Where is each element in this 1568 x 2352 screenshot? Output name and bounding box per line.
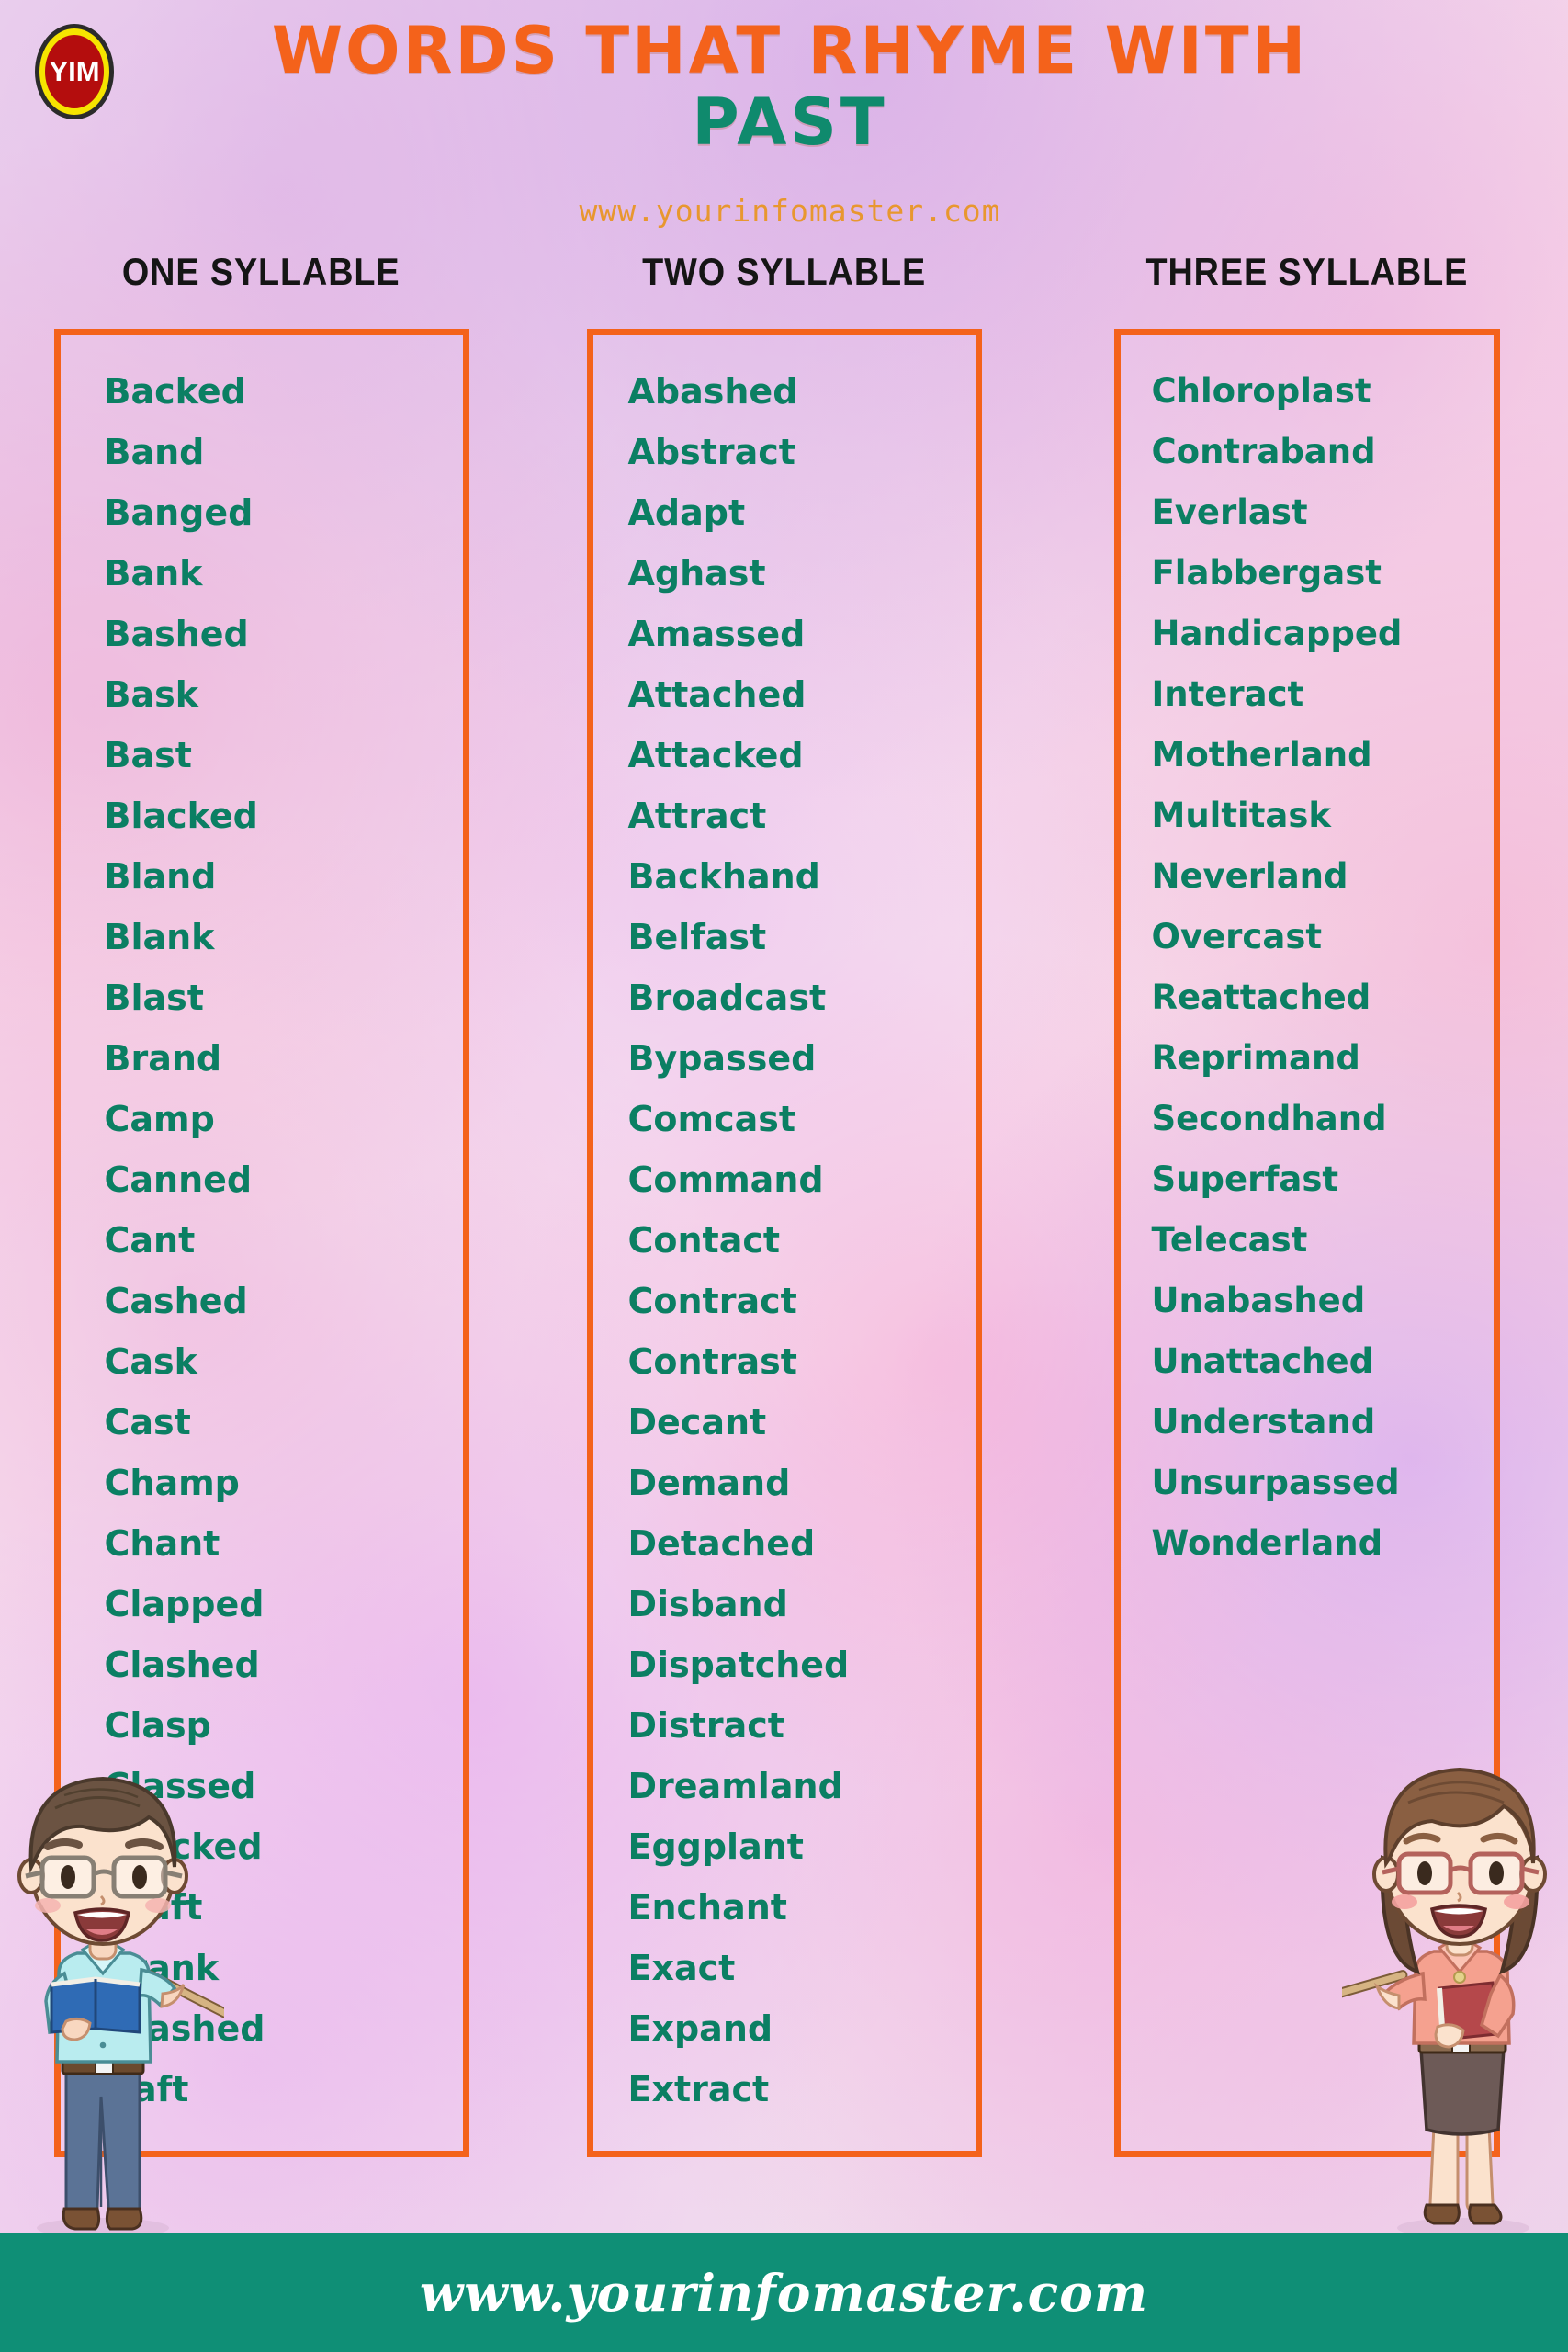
title-line-1: WORDS THAT RHYME WITH — [271, 13, 1309, 88]
word-item: Belfast — [627, 917, 767, 957]
word-item: Amassed — [627, 614, 806, 654]
word-item: Disband — [627, 1584, 788, 1624]
word-item: Attacked — [627, 735, 804, 775]
title-keyword: PAST — [692, 85, 888, 160]
poster-canvas: YIM WORDS THAT RHYME WITH PAST www.youri… — [0, 0, 1568, 2352]
word-item: Blank — [104, 917, 215, 957]
footer-bar: www.yourinfomaster.com — [0, 2233, 1568, 2352]
word-item: Motherland — [1151, 735, 1372, 775]
heading-label: ONE SYLLABLE — [122, 250, 400, 293]
column-headings: ONE SYLLABLE TWO SYLLABLE THREE SYLLABLE — [0, 250, 1568, 294]
word-item: Cask — [104, 1341, 197, 1382]
word-item: Unattached — [1151, 1341, 1374, 1381]
word-item: Expand — [627, 2008, 773, 2049]
word-item: Flabbergast — [1151, 553, 1382, 593]
word-item: Bashed — [104, 614, 249, 654]
word-item: Contrast — [627, 1341, 797, 1382]
word-item: Cashed — [104, 1281, 248, 1321]
word-item: Telecast — [1151, 1220, 1308, 1260]
word-item: Unsurpassed — [1151, 1463, 1400, 1502]
word-item: Bast — [104, 735, 192, 775]
word-item: Abstract — [627, 432, 795, 472]
word-item: Dreamland — [627, 1766, 843, 1806]
word-item: Everlast — [1151, 492, 1308, 532]
word-item: Broadcast — [627, 978, 827, 1018]
word-item: Aghast — [627, 553, 766, 594]
word-item: Abashed — [627, 371, 798, 412]
heading-label: TWO SYLLABLE — [642, 250, 926, 293]
word-item: Command — [627, 1159, 824, 1200]
word-item: Attract — [627, 796, 767, 836]
word-item: Camp — [104, 1099, 215, 1139]
word-item: Cant — [104, 1220, 196, 1261]
word-item: Brand — [104, 1038, 222, 1079]
word-item: Overcast — [1151, 917, 1323, 956]
word-item: Bank — [104, 553, 203, 594]
word-item: Distract — [627, 1705, 784, 1746]
word-item: Handicapped — [1151, 614, 1403, 653]
word-item: Eggplant — [627, 1826, 804, 1867]
word-item: Chant — [104, 1523, 220, 1564]
word-item: Canned — [104, 1159, 253, 1200]
word-list-two-syllable: Abashed Abstract Adapt Aghast Amassed Attache… — [593, 361, 976, 2151]
word-item: Contraband — [1151, 432, 1376, 471]
header-site-url: www.yourinfomaster.com — [579, 193, 1001, 229]
word-item: Attached — [627, 674, 807, 715]
page-title: WORDS THAT RHYME WITH PAST — [211, 18, 1369, 154]
word-item: Superfast — [1151, 1159, 1339, 1199]
female-teacher-illustration — [1342, 1729, 1568, 2244]
word-item: Bland — [104, 856, 217, 897]
word-item: Contract — [627, 1281, 797, 1321]
word-item: Band — [104, 432, 205, 472]
word-item: Demand — [627, 1463, 791, 1503]
word-item: Enchant — [627, 1887, 787, 1928]
word-item: Secondhand — [1151, 1099, 1387, 1138]
word-item: Cast — [104, 1402, 191, 1442]
word-box-two-syllable: Abashed Abstract Adapt Aghast Amassed Attache… — [586, 329, 982, 2157]
yim-logo: YIM — [35, 24, 114, 119]
word-item: Wonderland — [1151, 1523, 1383, 1563]
word-item: Blacked — [104, 796, 258, 836]
word-item: Interact — [1151, 674, 1304, 714]
word-item: Dispatched — [627, 1645, 850, 1685]
word-item: Understand — [1151, 1402, 1376, 1442]
word-item: Bypassed — [627, 1038, 817, 1079]
word-item: Detached — [627, 1523, 816, 1564]
word-item: Backed — [104, 371, 246, 412]
word-item: Decant — [627, 1402, 767, 1442]
word-item: Clapped — [104, 1584, 265, 1624]
word-item: Banged — [104, 492, 254, 533]
heading-two-syllable: TWO SYLLABLE — [523, 250, 1045, 294]
word-item: Reattached — [1151, 978, 1371, 1017]
word-item: Comcast — [627, 1099, 796, 1139]
logo-text: YIM — [49, 55, 100, 87]
word-item: Chloroplast — [1151, 371, 1371, 411]
word-item: Extract — [627, 2069, 770, 2109]
word-item: Multitask — [1151, 796, 1332, 835]
word-item: Backhand — [627, 856, 820, 897]
footer-site-url: www.yourinfomaster.com — [419, 2262, 1149, 2323]
heading-three-syllable: THREE SYLLABLE — [1045, 250, 1568, 294]
word-item: Reprimand — [1151, 1038, 1360, 1078]
word-item: Neverland — [1151, 856, 1348, 896]
heading-one-syllable: ONE SYLLABLE — [0, 250, 523, 294]
column-wrap-two: Abashed Abstract Adapt Aghast Amassed Attache… — [523, 329, 1045, 2157]
word-item: Bask — [104, 674, 199, 715]
word-item: Exact — [627, 1948, 736, 1988]
word-columns: Backed Band Banged Bank Bashed Bask Bast Blacke… — [0, 329, 1568, 2157]
word-item: Unabashed — [1151, 1281, 1366, 1320]
heading-label: THREE SYLLABLE — [1145, 250, 1468, 293]
word-item: Clashed — [104, 1645, 260, 1685]
word-item: Contact — [627, 1220, 781, 1261]
male-teacher-illustration — [0, 1729, 224, 2244]
word-item: Adapt — [627, 492, 746, 533]
word-item: Champ — [104, 1463, 240, 1503]
word-item: Blast — [104, 978, 204, 1018]
